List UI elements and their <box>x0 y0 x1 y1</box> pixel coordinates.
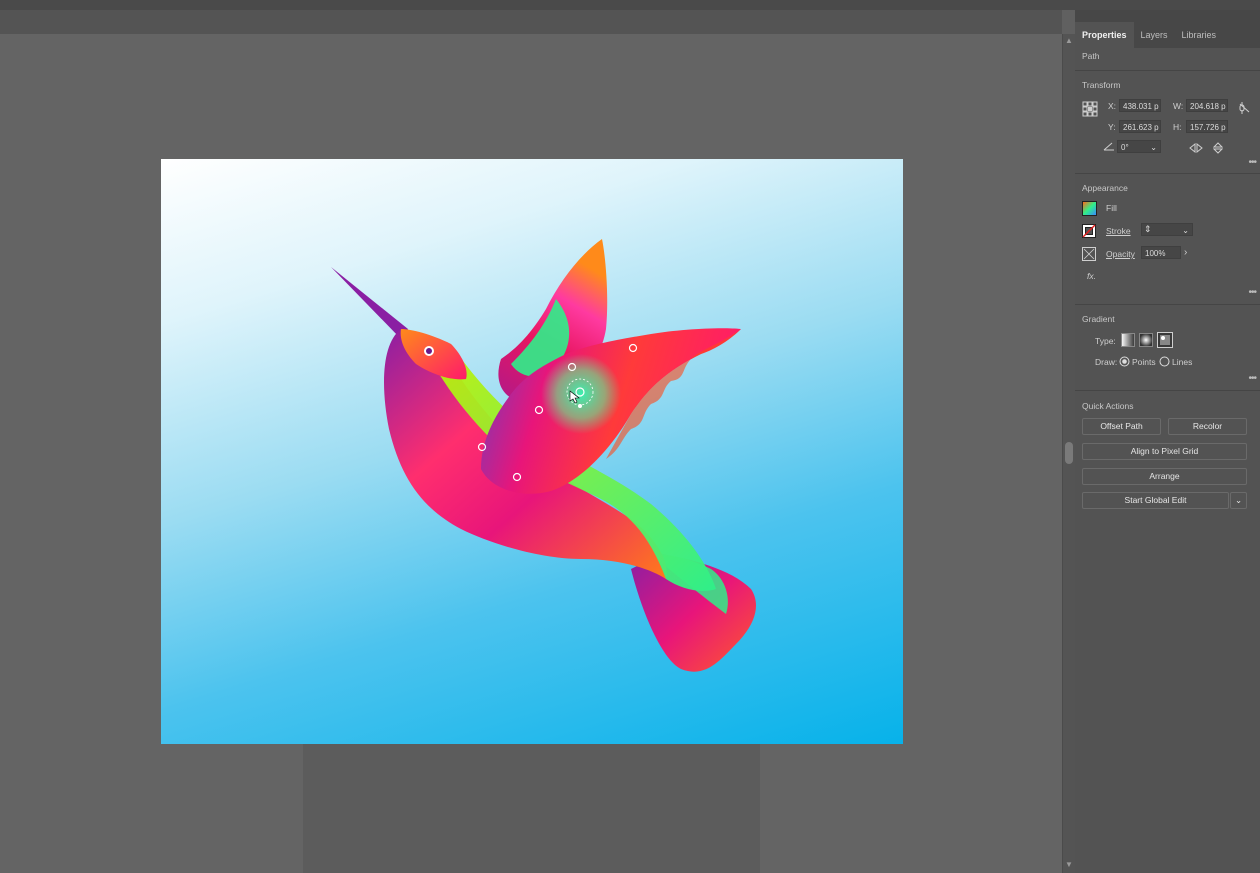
quick-actions-section: Quick Actions Offset Path Recolor Align … <box>1075 391 1260 531</box>
gradient-type-label: Type: <box>1095 336 1116 346</box>
lines-radio[interactable] <box>1159 356 1170 369</box>
chevron-down-icon[interactable]: ⌄ <box>1150 141 1157 152</box>
fx-button[interactable]: fx. <box>1087 271 1096 281</box>
appearance-section: Appearance Fill Stroke ⇕ ⌄ Opacity 100% ›… <box>1075 174 1260 305</box>
flip-vertical-icon[interactable] <box>1212 142 1224 156</box>
recolor-button[interactable]: Recolor <box>1168 418 1247 435</box>
tab-properties[interactable]: Properties <box>1075 22 1134 48</box>
object-type-label: Path <box>1082 51 1100 61</box>
title-bar <box>0 0 1260 10</box>
constrain-proportions-icon[interactable] <box>1239 101 1251 117</box>
appearance-title: Appearance <box>1082 183 1128 193</box>
x-input[interactable]: 438.031 p <box>1119 99 1161 112</box>
gradient-title: Gradient <box>1082 314 1115 324</box>
radial-gradient-icon[interactable] <box>1139 333 1153 349</box>
properties-panel: Properties Layers Libraries Path Transfo… <box>1075 10 1260 873</box>
quick-actions-title: Quick Actions <box>1082 401 1134 411</box>
tab-libraries[interactable]: Libraries <box>1175 22 1224 48</box>
points-label: Points <box>1132 357 1156 367</box>
more-options-icon[interactable]: ••• <box>1248 287 1256 298</box>
stroke-label[interactable]: Stroke <box>1106 226 1131 236</box>
scroll-up-icon[interactable]: ▲ <box>1065 36 1073 45</box>
fill-label: Fill <box>1106 203 1117 213</box>
stroke-weight-input[interactable]: ⇕ ⌄ <box>1141 223 1193 236</box>
stroke-swatch-icon[interactable] <box>1082 224 1096 240</box>
gradient-draw-label: Draw: <box>1095 357 1118 367</box>
linear-gradient-icon[interactable] <box>1121 333 1135 349</box>
freeform-gradient-icon[interactable] <box>1157 332 1173 350</box>
transform-section: Transform X: 438.031 p W: 204.618 p Y: 2… <box>1075 71 1260 174</box>
lines-label: Lines <box>1172 357 1193 367</box>
angle-icon <box>1103 141 1115 153</box>
points-radio[interactable] <box>1119 356 1130 369</box>
more-options-icon[interactable]: ••• <box>1248 157 1256 168</box>
align-pixel-grid-button[interactable]: Align to Pixel Grid <box>1082 443 1247 460</box>
opacity-input[interactable]: 100% <box>1141 246 1181 259</box>
tab-layers[interactable]: Layers <box>1134 22 1175 48</box>
scroll-down-icon[interactable]: ▼ <box>1065 860 1073 869</box>
artboard-shadow <box>303 744 760 873</box>
transform-title: Transform <box>1082 80 1121 90</box>
stepper-icon[interactable]: ⇕ <box>1144 224 1152 235</box>
chevron-down-icon[interactable]: ⌄ <box>1182 224 1189 235</box>
scroll-thumb[interactable] <box>1065 442 1073 464</box>
w-input[interactable]: 204.618 p <box>1186 99 1228 112</box>
hummingbird-artwork[interactable] <box>161 159 903 744</box>
x-label: X: <box>1108 101 1117 111</box>
y-label: Y: <box>1108 122 1116 132</box>
chevron-right-icon[interactable]: › <box>1184 247 1187 258</box>
opacity-icon[interactable] <box>1082 247 1096 263</box>
angle-value: 0° <box>1121 143 1129 152</box>
document-tab-strip[interactable] <box>0 10 1062 35</box>
arrange-button[interactable]: Arrange <box>1082 468 1247 485</box>
more-options-icon[interactable]: ••• <box>1248 373 1256 384</box>
offset-path-button[interactable]: Offset Path <box>1082 418 1161 435</box>
reference-point-icon[interactable] <box>1082 101 1098 119</box>
gradient-section: Gradient Type: Draw: Points Lines ••• <box>1075 305 1260 391</box>
panel-tabs: Properties Layers Libraries <box>1075 10 1260 48</box>
start-global-edit-button[interactable]: Start Global Edit <box>1082 492 1229 509</box>
artboard[interactable] <box>161 159 903 744</box>
fill-swatch-icon[interactable] <box>1082 201 1097 216</box>
h-input[interactable]: 157.726 p <box>1186 120 1228 133</box>
w-label: W: <box>1173 101 1184 111</box>
opacity-label[interactable]: Opacity <box>1106 249 1135 259</box>
flip-horizontal-icon[interactable] <box>1189 142 1203 155</box>
chevron-down-icon[interactable]: ⌄ <box>1230 492 1247 509</box>
angle-input[interactable]: 0° ⌄ <box>1117 140 1161 153</box>
object-type-section: Path <box>1075 48 1260 71</box>
vertical-scrollbar[interactable]: ▲ ▼ <box>1062 34 1075 873</box>
y-input[interactable]: 261.623 p <box>1119 120 1161 133</box>
h-label: H: <box>1173 122 1182 132</box>
